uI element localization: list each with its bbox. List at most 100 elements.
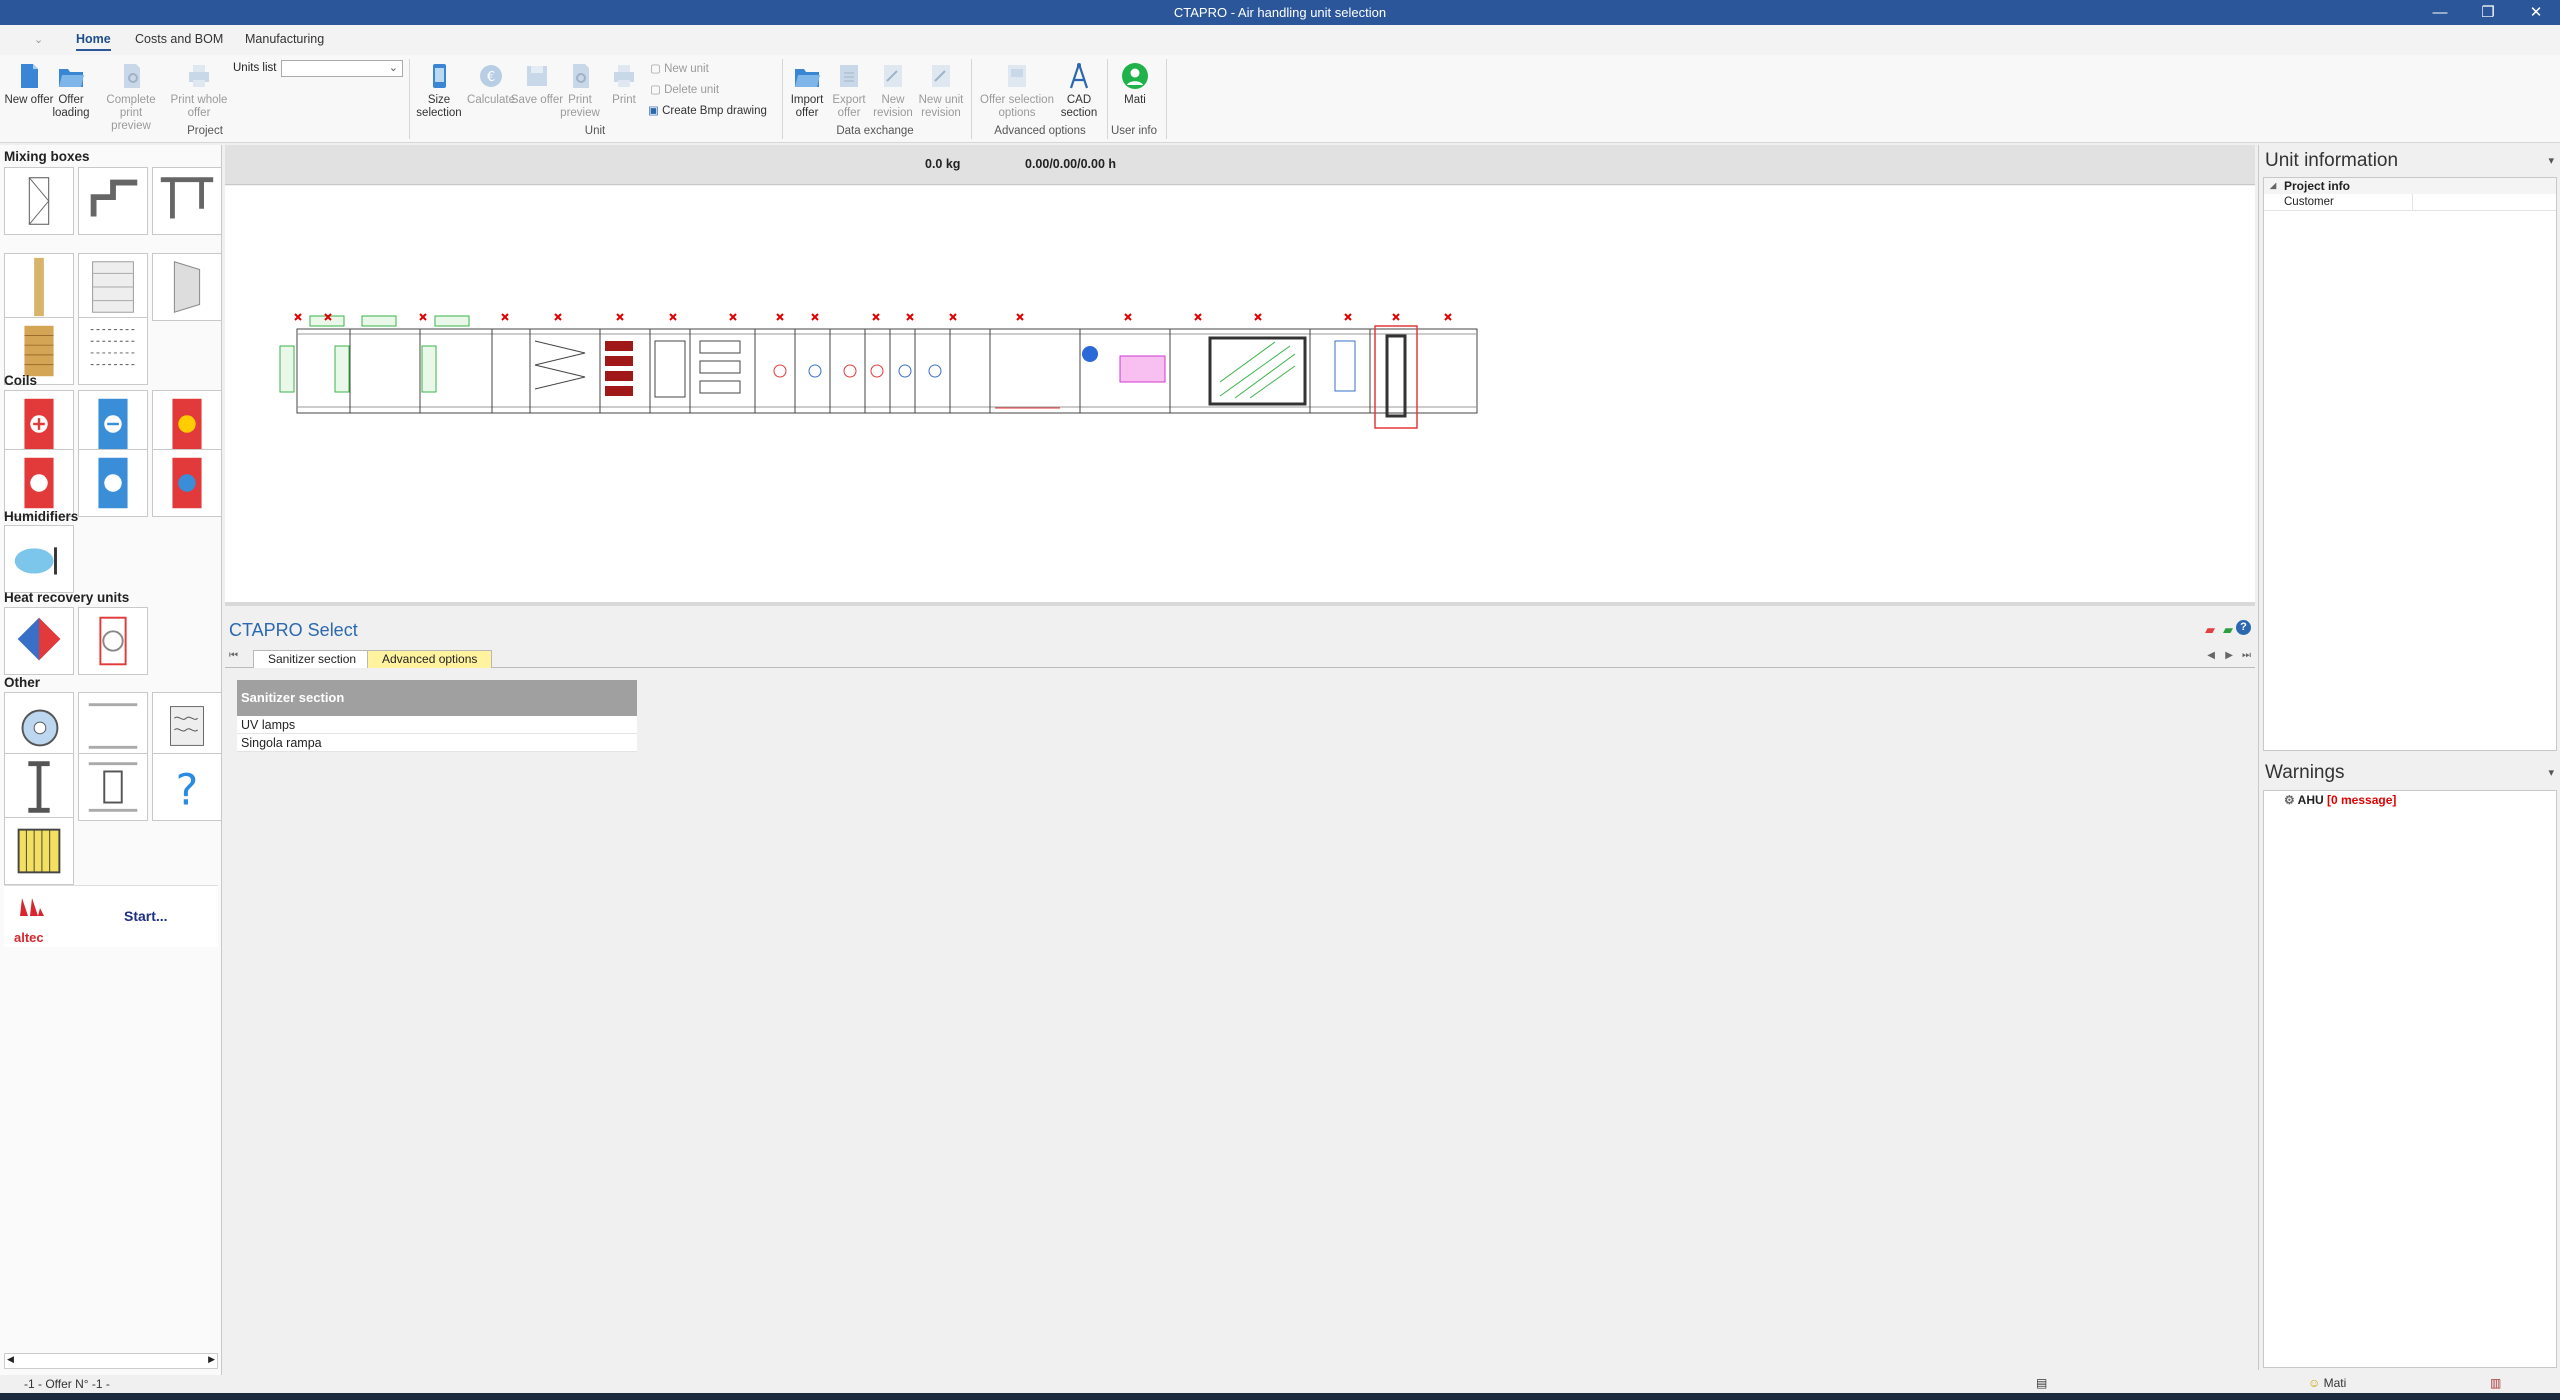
sanitizer-tile[interactable] bbox=[4, 817, 74, 885]
unit-drawing-canvas[interactable] bbox=[225, 186, 2255, 606]
filter-bag-tile[interactable] bbox=[4, 253, 74, 321]
green-folder-icon[interactable]: ▰ bbox=[2223, 622, 2233, 638]
print-button[interactable]: Print bbox=[595, 61, 653, 107]
chevron-down-icon[interactable]: ▾ bbox=[2548, 766, 2554, 779]
cad-section-button[interactable]: CAD section bbox=[1050, 61, 1108, 120]
warning-node-ahu[interactable]: ⚙ AHU [0 message] bbox=[2284, 793, 2396, 807]
save-icon bbox=[527, 66, 547, 86]
title-bar: CTAPRO - Air handling unit selection — ❐… bbox=[0, 0, 2560, 25]
filter-grid-icon bbox=[90, 329, 136, 366]
tab-manufacturing[interactable]: Manufacturing bbox=[245, 32, 324, 46]
weight-value: 0.0 kg bbox=[925, 157, 961, 171]
delete-unit-button[interactable]: ▢ Delete unit bbox=[650, 82, 719, 96]
complete-print-preview-button[interactable]: Complete print preview bbox=[102, 61, 160, 133]
filter-pocket-icon bbox=[173, 261, 201, 313]
print-whole-offer-button[interactable]: Print whole offer bbox=[170, 61, 228, 120]
last-tab-icon[interactable]: ⏭ bbox=[2242, 650, 2251, 661]
filter-pocket-tile[interactable] bbox=[152, 253, 222, 321]
status-bar: -1 - Offer N° -1 - ▤ ☺ Mati ▥ bbox=[0, 1375, 2560, 1393]
units-list-dropdown[interactable]: ⌄ bbox=[281, 60, 403, 77]
first-tab-icon[interactable]: ⏮ bbox=[229, 650, 238, 661]
reversible-coil-tile[interactable] bbox=[152, 449, 222, 517]
reversible-coil-icon bbox=[172, 457, 202, 509]
tab-home[interactable]: Home bbox=[76, 32, 111, 51]
category-heat-recovery: Heat recovery units bbox=[4, 590, 130, 605]
keyboard-icon: ▤ bbox=[2036, 1376, 2048, 1390]
start-panel[interactable]: altec Start... bbox=[4, 885, 218, 947]
rotary-recovery-tile[interactable] bbox=[78, 607, 148, 675]
palette-scrollbar[interactable]: ◀ ▶ bbox=[4, 1353, 218, 1369]
plate-recovery-tile[interactable] bbox=[4, 607, 74, 675]
user-avatar-icon bbox=[1122, 63, 1148, 89]
fan-tile[interactable] bbox=[4, 692, 74, 760]
tree-node-icon: ⚙ bbox=[2284, 793, 2295, 807]
quick-access-dropdown[interactable]: ⌄ bbox=[34, 33, 43, 46]
minimize-button[interactable]: — bbox=[2416, 0, 2464, 25]
category-mixing-boxes: Mixing boxes bbox=[4, 149, 90, 164]
filter-grid-tile[interactable] bbox=[78, 317, 148, 385]
start-link[interactable]: Start... bbox=[124, 908, 168, 924]
support-tile[interactable] bbox=[4, 753, 74, 821]
electric-coil-tile[interactable] bbox=[152, 390, 222, 458]
smiley-icon: ☺ bbox=[2308, 1376, 2321, 1390]
humidifier-tile[interactable] bbox=[4, 525, 74, 593]
new-document-icon bbox=[21, 64, 38, 88]
help-icon[interactable]: ? bbox=[2236, 620, 2251, 635]
bmp-icon: ▣ bbox=[648, 105, 659, 117]
mixing-box-triple-icon bbox=[160, 177, 214, 219]
printer-icon bbox=[189, 65, 209, 87]
heating-coil-tile[interactable] bbox=[4, 390, 74, 458]
grid-row-singola-rampa[interactable]: Singola rampa bbox=[237, 734, 637, 752]
import-folder-icon bbox=[795, 69, 820, 87]
chevron-down-icon[interactable]: ▾ bbox=[2548, 154, 2554, 167]
steam-coil-tile[interactable] bbox=[4, 449, 74, 517]
customer-field-row[interactable]: Customer bbox=[2264, 194, 2556, 211]
options-icon bbox=[1008, 65, 1026, 87]
trash-icon[interactable]: ▥ bbox=[2490, 1376, 2501, 1390]
filter-panel-icon bbox=[92, 261, 134, 313]
collapse-icon[interactable]: ◢ bbox=[2270, 178, 2276, 194]
cooling-coil-tile[interactable] bbox=[78, 390, 148, 458]
folder-open-icon bbox=[59, 69, 84, 87]
new-unit-button[interactable]: ▢ New unit bbox=[650, 61, 709, 75]
support-column-icon bbox=[28, 761, 50, 813]
grid-header: Sanitizer section bbox=[237, 680, 637, 716]
mixing-box-icon bbox=[28, 177, 50, 225]
group-label-user-info: User info bbox=[1110, 125, 1158, 137]
dx-coil-icon bbox=[98, 457, 128, 509]
tab-advanced-options[interactable]: Advanced options bbox=[367, 650, 493, 668]
custom-section-tile[interactable]: ? bbox=[152, 753, 222, 821]
empty-section-icon bbox=[88, 703, 138, 749]
warnings-title: Warnings bbox=[2265, 762, 2345, 783]
grid-row-uv-lamps[interactable]: UV lamps bbox=[237, 716, 637, 734]
create-bmp-drawing-button[interactable]: ▣ Create Bmp drawing bbox=[648, 103, 767, 117]
prev-tab-icon[interactable]: ◀ bbox=[2207, 650, 2215, 661]
scroll-right-icon: ▶ bbox=[208, 1354, 215, 1364]
tab-costs-and-bom[interactable]: Costs and BOM bbox=[135, 32, 223, 46]
dx-coil-tile[interactable] bbox=[78, 449, 148, 517]
restore-button[interactable]: ❐ bbox=[2464, 0, 2512, 25]
red-folder-icon[interactable]: ▰ bbox=[2205, 622, 2215, 638]
filter-panel-tile[interactable] bbox=[78, 253, 148, 321]
project-info-group[interactable]: ◢ Project info bbox=[2264, 178, 2556, 194]
svg-text:€: € bbox=[487, 70, 495, 85]
mixing-box-tile[interactable] bbox=[4, 167, 74, 235]
unit-summary-bar: 0.0 kg 0.00/0.00/0.00 h bbox=[225, 145, 2255, 185]
heating-coil-icon bbox=[24, 398, 54, 450]
group-label-data-exchange: Data exchange bbox=[836, 125, 914, 137]
mixing-box-triple-tile[interactable] bbox=[152, 167, 222, 235]
access-section-tile[interactable] bbox=[78, 753, 148, 821]
close-button[interactable]: ✕ bbox=[2512, 0, 2560, 25]
new-unit-revision-button[interactable]: New unit revision bbox=[912, 61, 970, 120]
tab-sanitizer-section[interactable]: Sanitizer section bbox=[253, 650, 372, 668]
offer-loading-button[interactable]: Offer loading bbox=[42, 61, 100, 120]
next-tab-icon[interactable]: ▶ bbox=[2225, 650, 2233, 661]
user-button[interactable]: Mati bbox=[1106, 61, 1164, 107]
compass-icon bbox=[1069, 63, 1089, 89]
size-selection-button[interactable]: Size selection bbox=[410, 61, 468, 120]
offer-selection-options-button[interactable]: Offer selection options bbox=[975, 61, 1059, 120]
mixing-box-corner-tile[interactable] bbox=[78, 167, 148, 235]
category-humidifiers: Humidifiers bbox=[4, 509, 79, 524]
empty-section-tile[interactable] bbox=[78, 692, 148, 760]
silencer-tile[interactable] bbox=[152, 692, 222, 760]
